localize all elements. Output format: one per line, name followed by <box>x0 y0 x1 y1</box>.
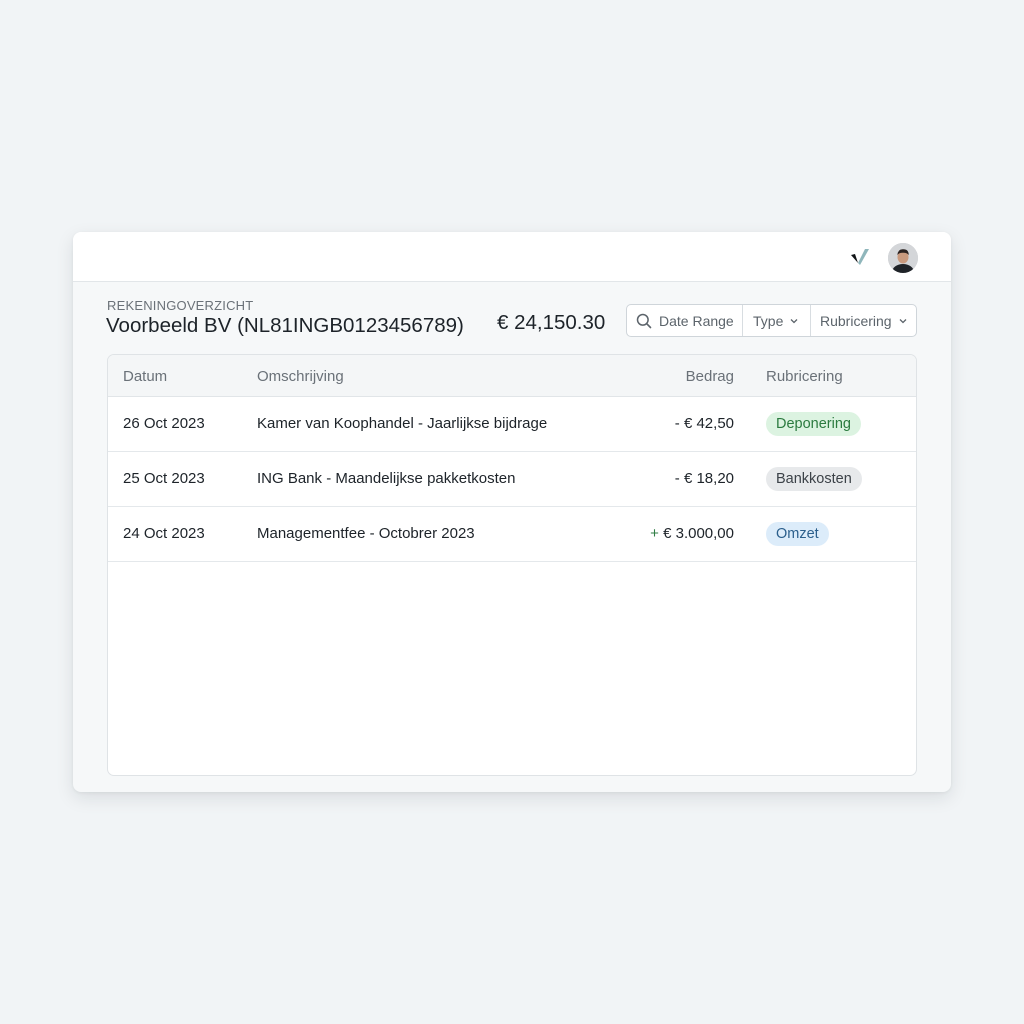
amount-sign: - <box>674 470 680 487</box>
category-badge[interactable]: Deponering <box>766 412 861 436</box>
transactions-table: Datum Omschrijving Bedrag Rubricering 26… <box>107 354 917 776</box>
category-badge[interactable]: Bankkosten <box>766 467 862 491</box>
table-row[interactable]: 26 Oct 2023 Kamer van Koophandel - Jaarl… <box>108 397 916 452</box>
amount-sign: + <box>650 525 659 542</box>
row-amount: - € 18,20 <box>675 470 734 487</box>
amount-value: € 42,50 <box>683 415 734 432</box>
column-header-amount[interactable]: Bedrag <box>686 368 734 385</box>
row-date: 25 Oct 2023 <box>123 470 205 487</box>
filter-bar: Date Range Type Rubricering <box>626 304 917 337</box>
rubricering-filter[interactable]: Rubricering <box>810 305 916 336</box>
category-badge[interactable]: Omzet <box>766 522 829 546</box>
search-icon <box>636 313 652 328</box>
category-badge-label: Omzet <box>766 522 829 546</box>
chevron-down-icon <box>899 318 907 323</box>
category-badge-label: Bankkosten <box>766 467 862 491</box>
column-header-date[interactable]: Datum <box>123 368 167 385</box>
date-range-filter[interactable]: Date Range <box>627 305 742 336</box>
avatar[interactable] <box>888 243 918 273</box>
table-row[interactable]: 24 Oct 2023 Managementfee - Octobrer 202… <box>108 507 916 562</box>
amount-sign: - <box>674 415 680 432</box>
account-title: Voorbeeld BV (NL81INGB0123456789) <box>106 314 464 337</box>
row-amount: - € 42,50 <box>675 415 734 432</box>
type-filter[interactable]: Type <box>742 305 810 336</box>
amount-value: € 18,20 <box>683 470 734 487</box>
chevron-down-icon <box>790 318 798 323</box>
amount-value: € 3.000,00 <box>663 525 734 542</box>
row-description: Managementfee - Octobrer 2023 <box>257 525 475 542</box>
top-bar <box>73 232 951 282</box>
account-eyebrow: REKENINGOVERZICHT <box>107 298 254 313</box>
row-amount: + € 3.000,00 <box>650 525 734 542</box>
date-range-label: Date Range <box>659 312 734 329</box>
row-date: 24 Oct 2023 <box>123 525 205 542</box>
app-window: REKENINGOVERZICHT Voorbeeld BV (NL81INGB… <box>73 232 951 792</box>
row-description: Kamer van Koophandel - Jaarlijkse bijdra… <box>257 415 548 432</box>
account-balance: € 24,150.30 <box>497 311 606 334</box>
rubricering-filter-label: Rubricering <box>820 312 892 329</box>
table-row[interactable]: 25 Oct 2023 ING Bank - Maandelijkse pakk… <box>108 452 916 507</box>
row-date: 26 Oct 2023 <box>123 415 205 432</box>
column-header-description[interactable]: Omschrijving <box>257 368 344 385</box>
type-filter-label: Type <box>753 312 784 329</box>
checkmark-logo-icon[interactable] <box>849 245 873 269</box>
table-header: Datum Omschrijving Bedrag Rubricering <box>108 355 916 397</box>
column-header-category[interactable]: Rubricering <box>766 368 843 385</box>
category-badge-label: Deponering <box>766 412 861 436</box>
row-description: ING Bank - Maandelijkse pakketkosten <box>257 470 516 487</box>
